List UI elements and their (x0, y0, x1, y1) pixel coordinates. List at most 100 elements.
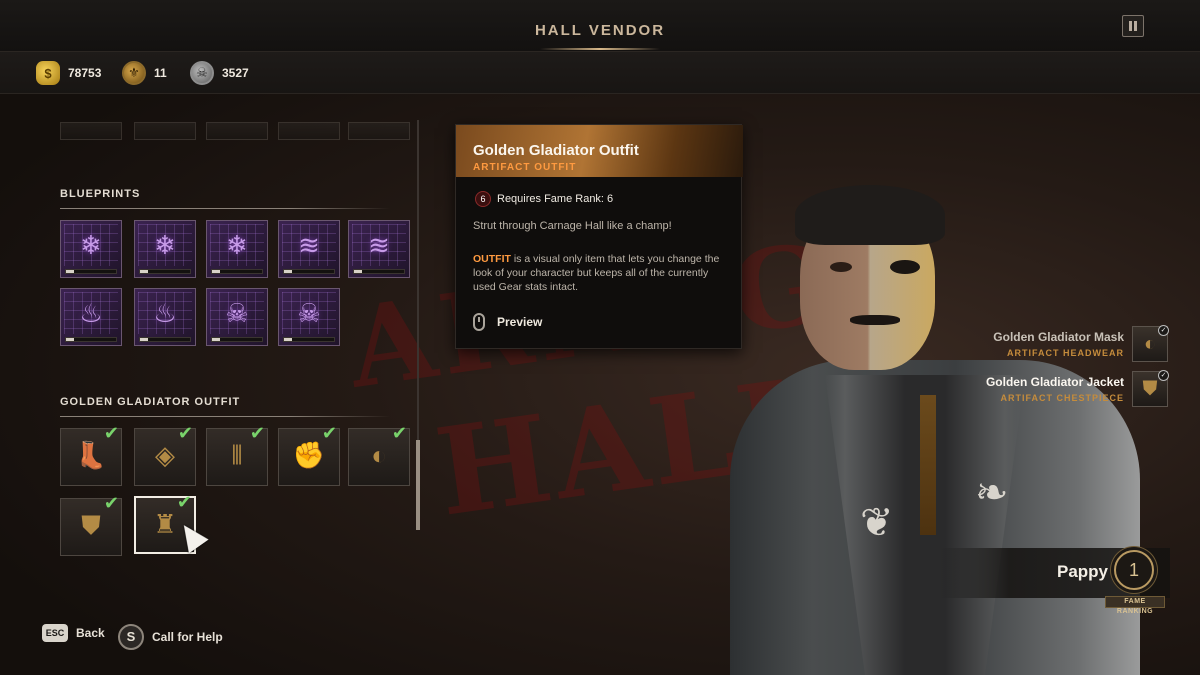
item-slot[interactable] (134, 122, 196, 140)
owned-check-icon: ✔ (176, 492, 192, 512)
description-keyword: OUTFIT (473, 253, 511, 265)
outfit-piece-slot[interactable]: ◐ ✔ (348, 423, 410, 486)
owned-check-icon: ✔ (391, 423, 407, 443)
equipped-item-name: Golden Gladiator Mask (993, 330, 1124, 344)
fame-ranking-label: FAME RANKING (1105, 596, 1165, 615)
call-for-help-button[interactable]: S Call for Help (118, 624, 223, 650)
character-eye (830, 262, 852, 272)
equipped-item-mask[interactable]: Golden Gladiator Mask ARTIFACT HEADWEAR … (993, 325, 1169, 362)
owned-check-icon: ✔ (103, 423, 119, 443)
fame-rank-icon: 6 (475, 191, 491, 207)
requirement-text: Requires Fame Rank: 6 (497, 193, 614, 205)
flame-blueprint-icon: ♨ (153, 298, 177, 328)
currency-fame-token: ⚜ 11 (122, 61, 167, 85)
character-tie (920, 395, 936, 535)
item-slot[interactable] (206, 122, 268, 140)
gloves-icon: ✊ (292, 440, 326, 470)
section-title-blueprints: BLUEPRINTS (60, 188, 141, 200)
blueprint-slot[interactable]: ☠ (278, 288, 340, 346)
page-title: HALL VENDOR (534, 22, 666, 39)
preview-label: Preview (497, 315, 543, 329)
snowflake-blueprint-icon: ❄ (226, 230, 248, 260)
fame-token-icon: ⚜ (122, 61, 146, 85)
fame-requirement: 6 Requires Fame Rank: 6 (475, 191, 613, 207)
outfit-piece-slot[interactable]: ⛊ ✔ (60, 493, 122, 556)
owned-check-icon: ✔ (103, 493, 119, 513)
back-button[interactable]: ESC Back (42, 624, 105, 642)
jacket-embroidery-icon: ❧ (975, 471, 1009, 515)
owned-check-icon: ✔ (321, 423, 337, 443)
item-type: ARTIFACT OUTFIT (473, 162, 577, 173)
blueprint-slot[interactable]: ❄ (206, 220, 268, 278)
section-divider (60, 208, 390, 209)
outfit-piece-slot[interactable]: ◈ ✔ (134, 423, 196, 486)
s-key-icon: S (118, 624, 144, 650)
jacket-embroidery-icon: ❦ (860, 501, 894, 545)
scrollbar-thumb[interactable] (416, 440, 420, 530)
esc-key-icon: ESC (42, 624, 68, 642)
bracer-icon: ◈ (155, 440, 175, 470)
blueprint-slot[interactable]: ≋ (278, 220, 340, 278)
blueprint-slot[interactable]: ❄ (60, 220, 122, 278)
currency-skull: ☠ 3527 (190, 61, 249, 85)
outfit-piece-slot[interactable]: ⫴ ✔ (206, 423, 268, 486)
snowflake-blueprint-icon: ❄ (154, 230, 176, 260)
description-text: is a visual only item that lets you chan… (473, 253, 720, 293)
blueprint-slot[interactable]: ❄ (134, 220, 196, 278)
back-label: Back (76, 626, 105, 640)
item-name: Golden Gladiator Outfit (473, 142, 639, 159)
blueprint-slot[interactable]: ♨ (60, 288, 122, 346)
equipped-item-type: ARTIFACT CHESTPIECE (1000, 393, 1124, 403)
currency-bar: $ 78753 ⚜ 11 ☠ 3527 (0, 52, 1200, 94)
outfit-piece-slot[interactable]: 👢 ✔ (60, 423, 122, 486)
gold-coins-icon: $ (36, 61, 60, 85)
section-divider (60, 416, 390, 417)
flame-blueprint-icon: ♨ (79, 298, 103, 328)
skull-blueprint-icon: ☠ (297, 298, 321, 328)
item-slot[interactable] (60, 122, 122, 140)
item-tooltip: Golden Gladiator Outfit ARTIFACT OUTFIT … (455, 124, 743, 349)
character-hair (795, 185, 945, 245)
pause-button[interactable] (1122, 15, 1144, 37)
boots-icon: 👢 (74, 440, 108, 470)
player-name: Pappy (1057, 562, 1109, 581)
item-slot[interactable] (348, 122, 410, 140)
fame-rank-badge: 1 (1114, 550, 1154, 590)
item-slot[interactable] (278, 122, 340, 140)
character-mustache (850, 315, 900, 325)
pants-icon: ⫴ (231, 440, 243, 470)
currency-value: 11 (154, 66, 167, 80)
equipped-item-jacket[interactable]: Golden Gladiator Jacket ARTIFACT CHESTPI… (985, 370, 1169, 407)
skull-blueprint-icon: ☠ (225, 298, 249, 328)
owned-check-icon: ✔ (249, 423, 265, 443)
item-description: OUTFIT is a visual only item that lets y… (473, 252, 733, 294)
mask-icon: ◐ (371, 440, 387, 470)
jacket-icon: ⛊ (81, 510, 101, 540)
equipped-item-name: Golden Gladiator Jacket (985, 375, 1124, 389)
claw-blueprint-icon: ≋ (298, 230, 320, 260)
flavor-text: Strut through Carnage Hall like a champ! (473, 220, 672, 232)
owned-check-icon: ✔ (177, 423, 193, 443)
mask-thumbnail-icon: ◐ ✓ (1132, 325, 1169, 362)
section-title-outfit: GOLDEN GLADIATOR OUTFIT (60, 396, 241, 408)
currency-gold: $ 78753 (36, 61, 101, 85)
blueprint-slot[interactable]: ♨ (134, 288, 196, 346)
equipped-item-type: ARTIFACT HEADWEAR (1007, 348, 1124, 358)
jacket-thumbnail-icon: ⛊ ✓ (1132, 370, 1169, 407)
title-underline (540, 48, 660, 50)
equipped-badge-icon: ✓ (1158, 325, 1169, 336)
blueprint-slot[interactable]: ≋ (348, 220, 410, 278)
mouse-icon (473, 313, 485, 331)
outfit-piece-slot[interactable]: ✊ ✔ (278, 423, 340, 486)
help-label: Call for Help (152, 630, 223, 644)
preview-button[interactable]: Preview (473, 313, 542, 331)
claw-blueprint-icon: ≋ (368, 230, 390, 260)
top-bar: HALL VENDOR (0, 0, 1200, 52)
blueprint-slot[interactable]: ☠ (206, 288, 268, 346)
currency-value: 78753 (68, 66, 102, 80)
gladiator-mask-eye (890, 260, 920, 274)
equipped-badge-icon: ✓ (1158, 370, 1169, 381)
character-model: ❦ ❧ (700, 170, 1160, 675)
currency-value: 3527 (222, 66, 249, 80)
snowflake-blueprint-icon: ❄ (80, 230, 102, 260)
